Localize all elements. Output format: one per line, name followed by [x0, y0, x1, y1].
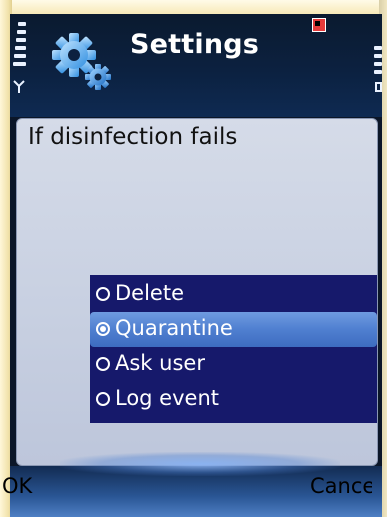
battery-icon — [372, 46, 382, 101]
option-delete[interactable]: Delete — [90, 277, 377, 312]
option-log-event[interactable]: Log event — [90, 382, 377, 417]
option-ask-user[interactable]: Ask user — [90, 347, 377, 382]
frame-top-edge — [0, 0, 387, 14]
phone-screen: Settings If disinfection fails Delete Qu… — [10, 14, 382, 517]
radio-button-icon — [96, 392, 110, 406]
ok-softkey[interactable]: OK — [2, 474, 32, 498]
option-label: Quarantine — [115, 316, 233, 340]
page-title: Settings — [130, 29, 260, 60]
options-list: Delete Quarantine Ask user Log event — [90, 275, 377, 423]
dialog-prompt: If disinfection fails — [28, 124, 238, 150]
option-label: Log event — [115, 386, 219, 410]
radio-button-icon — [96, 357, 110, 371]
option-label: Ask user — [115, 351, 205, 375]
radio-button-selected-icon — [96, 322, 110, 336]
gear-icon — [52, 33, 111, 90]
signal-strength-icon — [12, 22, 30, 94]
app-badge-icon — [312, 18, 326, 32]
option-label: Delete — [115, 281, 184, 305]
radio-button-icon — [96, 287, 110, 301]
status-bar: Settings — [10, 14, 382, 117]
cancel-softkey[interactable]: Cancel — [310, 474, 372, 498]
softkey-glow — [60, 452, 340, 476]
option-quarantine[interactable]: Quarantine — [90, 312, 377, 347]
